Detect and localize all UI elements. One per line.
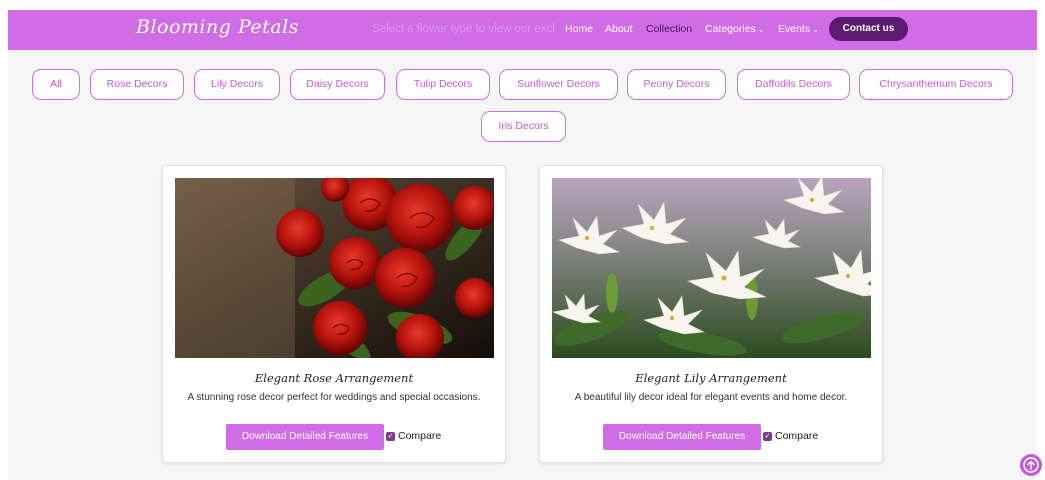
chevron-down-icon: ⌄ (812, 25, 819, 34)
nav-link-collection[interactable]: Collection (646, 23, 692, 35)
rose-arrangement-image (175, 178, 494, 358)
card-description: A beautiful lily decor ideal for elegant… (574, 392, 848, 403)
nav-link-categories-label: Categories (705, 23, 756, 35)
card-description: A stunning rose decor perfect for weddin… (187, 392, 481, 403)
page-subtitle-behind-nav: Select a flower type to view our excl o (372, 23, 689, 35)
filter-all[interactable]: All (32, 69, 80, 100)
card-title: Elegant Rose Arrangement (254, 371, 414, 385)
compare-checkbox[interactable]: ✓ Compare (763, 430, 818, 442)
nav-link-home[interactable]: Home (565, 23, 593, 35)
checkbox-checked-icon[interactable]: ✓ (763, 431, 772, 441)
filter-daffodils-decors[interactable]: Daffodils Decors (737, 69, 850, 100)
page-subtitle-part-a: Select a flower type to view our excl (372, 23, 555, 35)
download-features-button[interactable]: Download Detailed Features (603, 424, 761, 450)
navbar: Blooming Petals Select a flower type to … (8, 10, 1037, 50)
lily-arrangement-image (552, 178, 871, 358)
scroll-to-top-button[interactable] (1020, 454, 1042, 476)
brand-logo[interactable]: Blooming Petals (136, 16, 299, 38)
nav-link-categories[interactable]: Categories ⌄ (705, 23, 764, 35)
filter-rose-decors[interactable]: Rose Decors (90, 69, 184, 100)
checkbox-checked-icon[interactable]: ✓ (386, 431, 395, 441)
filter-daisy-decors[interactable]: Daisy Decors (290, 69, 385, 100)
filter-sunflower-decors[interactable]: Sunflower Decors (499, 69, 618, 100)
product-card-lily: Elegant Lily Arrangement A beautiful lil… (539, 165, 883, 463)
filter-lily-decors[interactable]: Lily Decors (194, 69, 280, 100)
filter-iris-decors[interactable]: Iris Decors (481, 111, 566, 142)
compare-label: Compare (398, 430, 442, 442)
filter-peony-decors[interactable]: Peony Decors (627, 69, 726, 100)
filter-tulip-decors[interactable]: Tulip Decors (396, 69, 490, 100)
nav-link-about[interactable]: About (605, 23, 632, 35)
card-title: Elegant Lily Arrangement (635, 371, 787, 385)
product-card-rose: Elegant Rose Arrangement A stunning rose… (162, 165, 506, 463)
filter-chrysanthemum-decors[interactable]: Chrysanthemum Decors (859, 69, 1013, 100)
arrow-up-circle-icon (1023, 457, 1039, 473)
page-background: Blooming Petals Select a flower type to … (8, 10, 1042, 480)
nav-link-events-label: Events (778, 23, 811, 35)
compare-label: Compare (775, 430, 819, 442)
contact-us-button[interactable]: Contact us (829, 17, 908, 41)
download-features-button[interactable]: Download Detailed Features (226, 424, 384, 450)
nav-link-events[interactable]: Events ⌄ (778, 23, 819, 35)
chevron-down-icon: ⌄ (757, 25, 765, 34)
compare-checkbox[interactable]: ✓ Compare (386, 430, 441, 442)
